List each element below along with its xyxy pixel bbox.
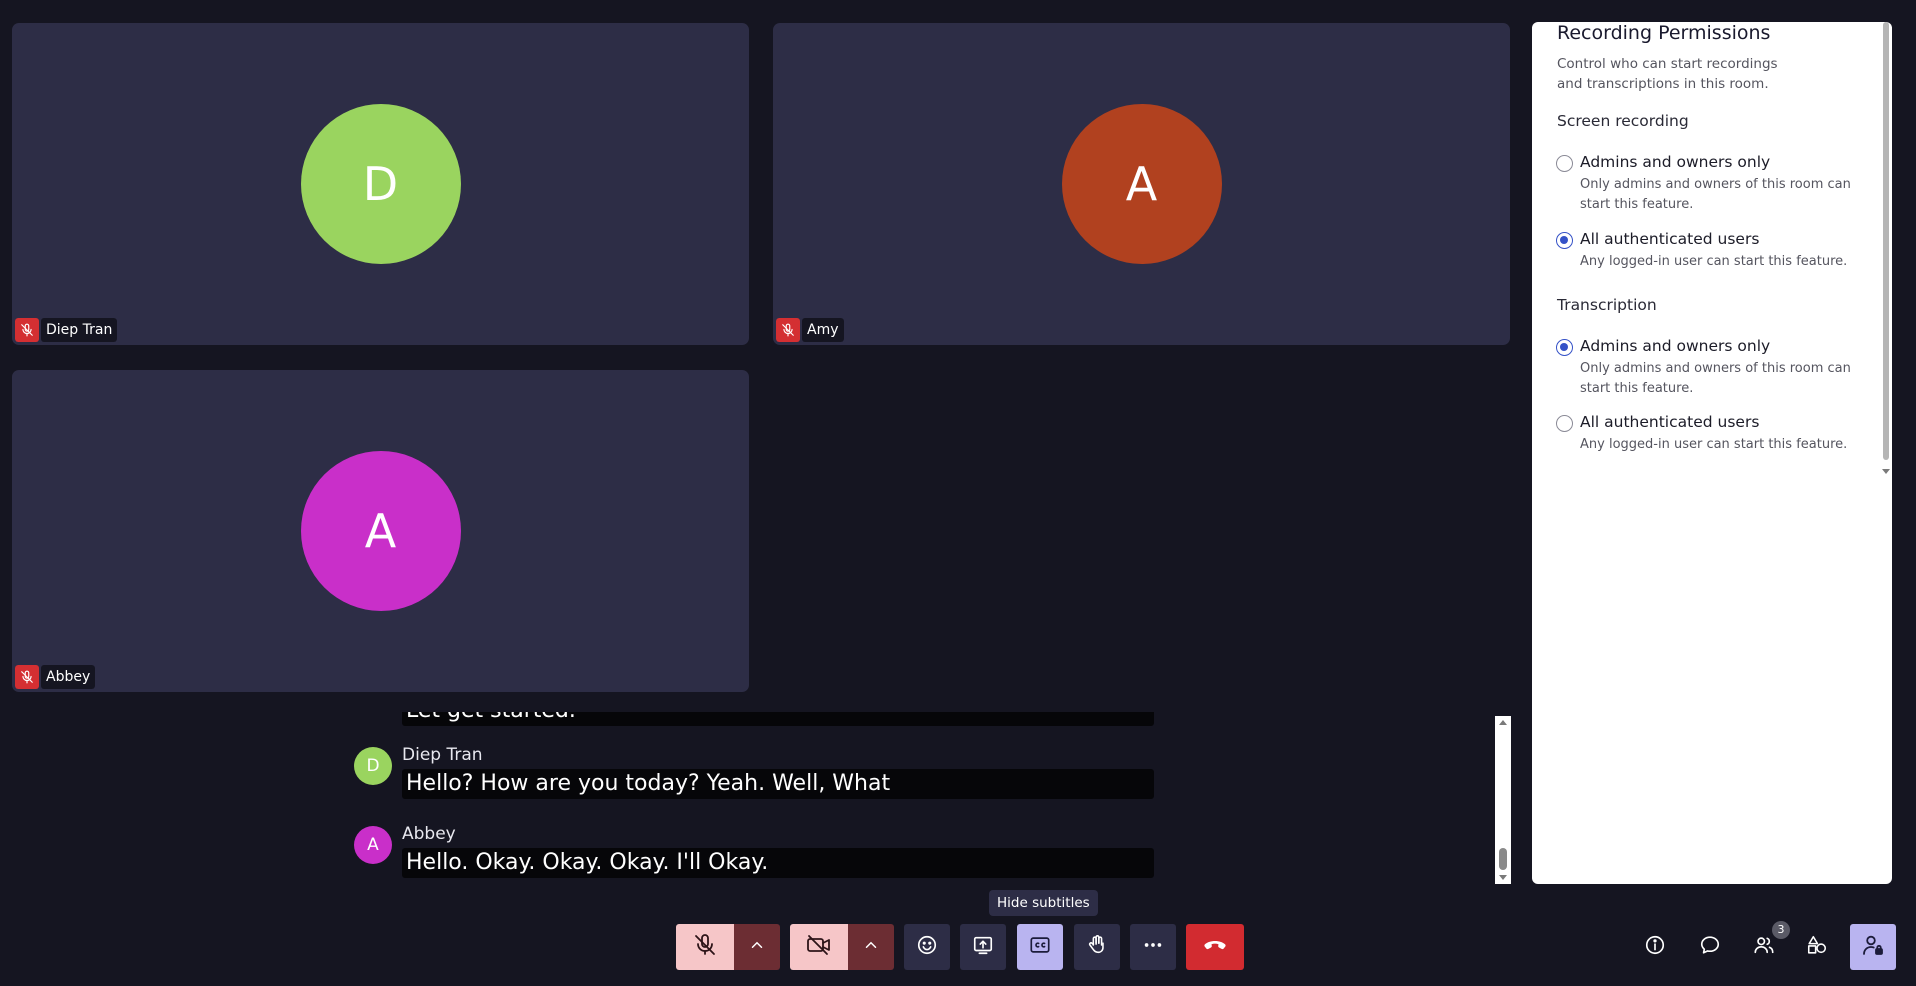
scrollbar-thumb[interactable]: [1499, 848, 1507, 870]
subtitle-text: Hello? How are you today? Yeah. Well, Wh…: [402, 769, 1154, 799]
mic-off-icon: [15, 318, 39, 342]
mic-off-icon: [15, 665, 39, 689]
option-label[interactable]: Admins and owners only: [1580, 337, 1770, 355]
participant-name-tag: Abbey: [15, 665, 96, 689]
participant-name-tag: Diep Tran: [15, 318, 118, 342]
raise-hand-button[interactable]: [1074, 924, 1120, 970]
recording-permissions-panel: Recording Permissions Control who can st…: [1532, 22, 1892, 884]
participant-avatar: A: [1061, 104, 1222, 264]
more-options-icon: [1142, 934, 1164, 960]
scroll-down-icon[interactable]: [1882, 469, 1890, 474]
participant-name: Amy: [802, 318, 844, 342]
mic-off-icon: [776, 318, 800, 342]
participant-tile[interactable]: A Amy: [773, 23, 1510, 345]
chat-button[interactable]: [1687, 924, 1733, 970]
option-description: Any logged-in user can start this featur…: [1580, 254, 1848, 269]
tools-icon: [1806, 934, 1828, 960]
option-description: Only admins and owners of this room can …: [1580, 177, 1851, 212]
option-description: Only admins and owners of this room can …: [1580, 361, 1851, 396]
radio-button[interactable]: [1556, 339, 1573, 356]
leave-call-button[interactable]: [1186, 924, 1244, 970]
hide-subtitles-tooltip: Hide subtitles: [989, 890, 1098, 916]
screen-share-button[interactable]: [960, 924, 1006, 970]
scroll-up-icon[interactable]: [1499, 720, 1507, 725]
participant-name-tag: Amy: [776, 318, 844, 342]
section-title-transcription: Transcription: [1557, 296, 1657, 314]
chevron-up-icon: [748, 936, 766, 958]
panel-description: Control who can start recordings and tra…: [1557, 56, 1778, 92]
scrollbar-thumb[interactable]: [1883, 22, 1889, 460]
emoji-icon: [916, 934, 938, 960]
video-settings-button[interactable]: [848, 924, 894, 970]
chat-icon: [1699, 934, 1721, 960]
subtitle-partial-text: Let get started.: [406, 712, 576, 723]
radio-button[interactable]: [1556, 232, 1573, 249]
participant-tile[interactable]: D Diep Tran: [12, 23, 749, 345]
closed-captions-icon: [1029, 934, 1051, 960]
screen-share-icon: [972, 934, 994, 960]
more-options-button[interactable]: [1130, 924, 1176, 970]
chevron-up-icon: [862, 936, 880, 958]
admin-icon: [1861, 933, 1885, 961]
radio-button[interactable]: [1556, 155, 1573, 172]
subtitle-avatar: D: [354, 747, 392, 785]
subtitle-partial: Let get started.: [402, 712, 1154, 726]
participant-name: Diep Tran: [41, 318, 118, 342]
subtitle-text: Hello. Okay. Okay. Okay. I'll Okay.: [402, 848, 1154, 878]
participant-name: Abbey: [41, 665, 96, 689]
info-icon: [1644, 934, 1666, 960]
option-description: Any logged-in user can start this featur…: [1580, 437, 1848, 452]
radio-button[interactable]: [1556, 415, 1573, 432]
participant-tile[interactable]: A Abbey: [12, 370, 749, 692]
reactions-button[interactable]: [904, 924, 950, 970]
subtitles-scrollbar[interactable]: [1495, 716, 1511, 884]
option-label[interactable]: Admins and owners only: [1580, 153, 1770, 171]
subtitle-speaker: Diep Tran: [402, 745, 483, 765]
panel-scrollbar[interactable]: [1880, 22, 1892, 474]
participants-count-badge: 3: [1772, 921, 1790, 939]
panel-title: Recording Permissions: [1557, 22, 1771, 44]
mic-off-icon: [693, 933, 717, 961]
subtitles-toggle-button[interactable]: [1017, 924, 1063, 970]
hang-up-icon: [1202, 935, 1228, 959]
participants-icon: [1752, 934, 1776, 960]
participant-avatar: D: [300, 104, 461, 264]
section-title-screen-recording: Screen recording: [1557, 112, 1689, 130]
option-label[interactable]: All authenticated users: [1580, 413, 1759, 431]
subtitle-speaker: Abbey: [402, 824, 456, 844]
tools-button[interactable]: [1794, 924, 1840, 970]
option-label[interactable]: All authenticated users: [1580, 230, 1759, 248]
meeting-info-button[interactable]: [1632, 924, 1678, 970]
camera-off-icon: [806, 933, 832, 961]
scroll-down-icon[interactable]: [1499, 875, 1507, 880]
admin-settings-button[interactable]: [1850, 924, 1896, 970]
raise-hand-icon: [1086, 933, 1108, 961]
audio-settings-button[interactable]: [734, 924, 780, 970]
mute-microphone-button[interactable]: [676, 924, 734, 970]
subtitles-area: Let get started. D Diep Tran Hello? How …: [352, 712, 1154, 884]
subtitle-avatar: A: [354, 826, 392, 864]
camera-toggle-button[interactable]: [790, 924, 848, 970]
participant-avatar: A: [300, 451, 461, 611]
